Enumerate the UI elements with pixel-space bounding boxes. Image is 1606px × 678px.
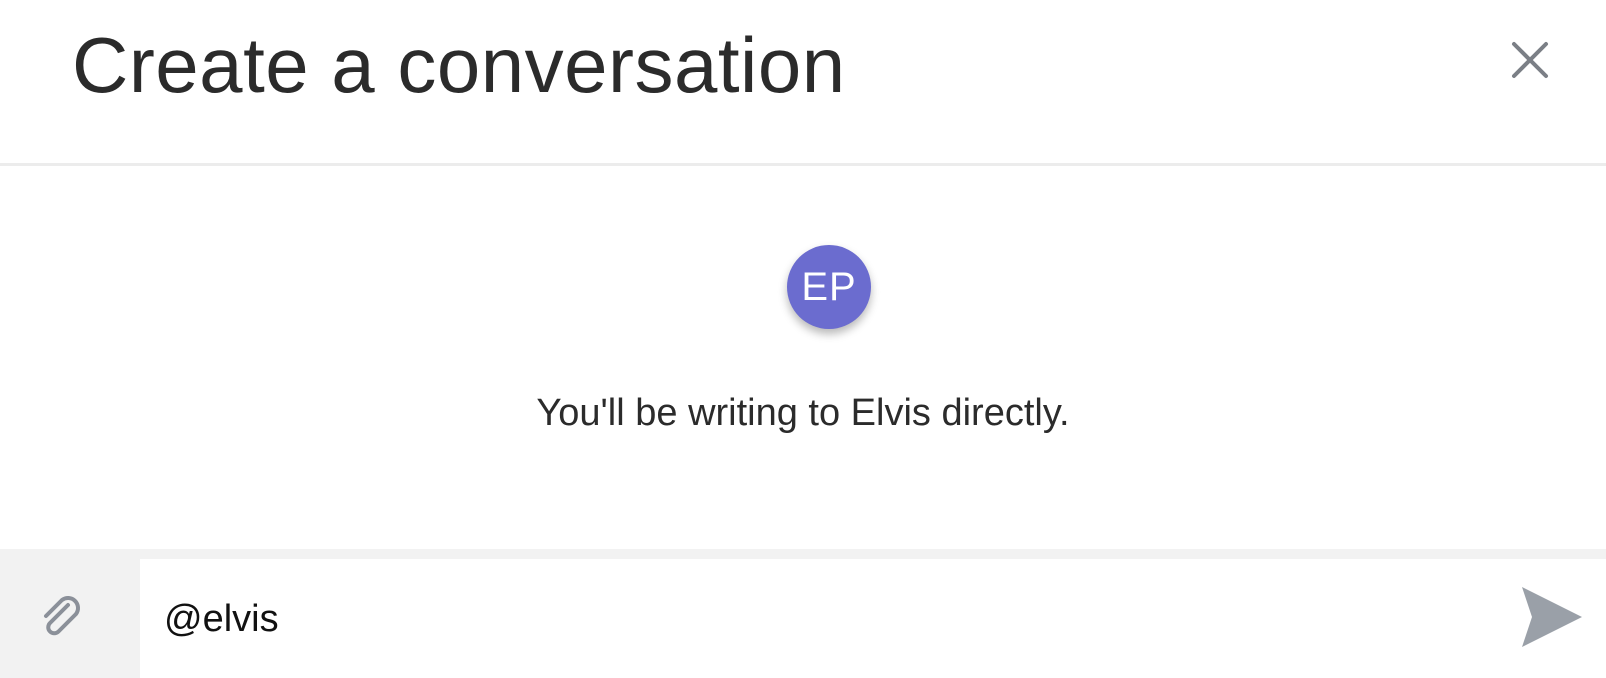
send-icon xyxy=(1522,587,1582,647)
message-input-container xyxy=(140,559,1606,678)
dialog-body: EP You'll be writing to Elvis directly. xyxy=(0,166,1606,549)
recipient-avatar: EP xyxy=(787,245,871,329)
attach-button[interactable] xyxy=(0,549,140,678)
message-input[interactable] xyxy=(164,589,1464,649)
dialog-title: Create a conversation xyxy=(72,21,846,109)
create-conversation-dialog: Create a conversation EP You'll be writi… xyxy=(0,0,1606,678)
send-button[interactable] xyxy=(1520,585,1584,649)
recipient-info-text: You'll be writing to Elvis directly. xyxy=(536,392,1070,434)
close-icon xyxy=(1512,42,1548,78)
close-button[interactable] xyxy=(1506,36,1554,84)
paperclip-icon xyxy=(44,596,80,636)
message-composer xyxy=(0,549,1606,678)
dialog-header: Create a conversation xyxy=(0,0,1606,166)
